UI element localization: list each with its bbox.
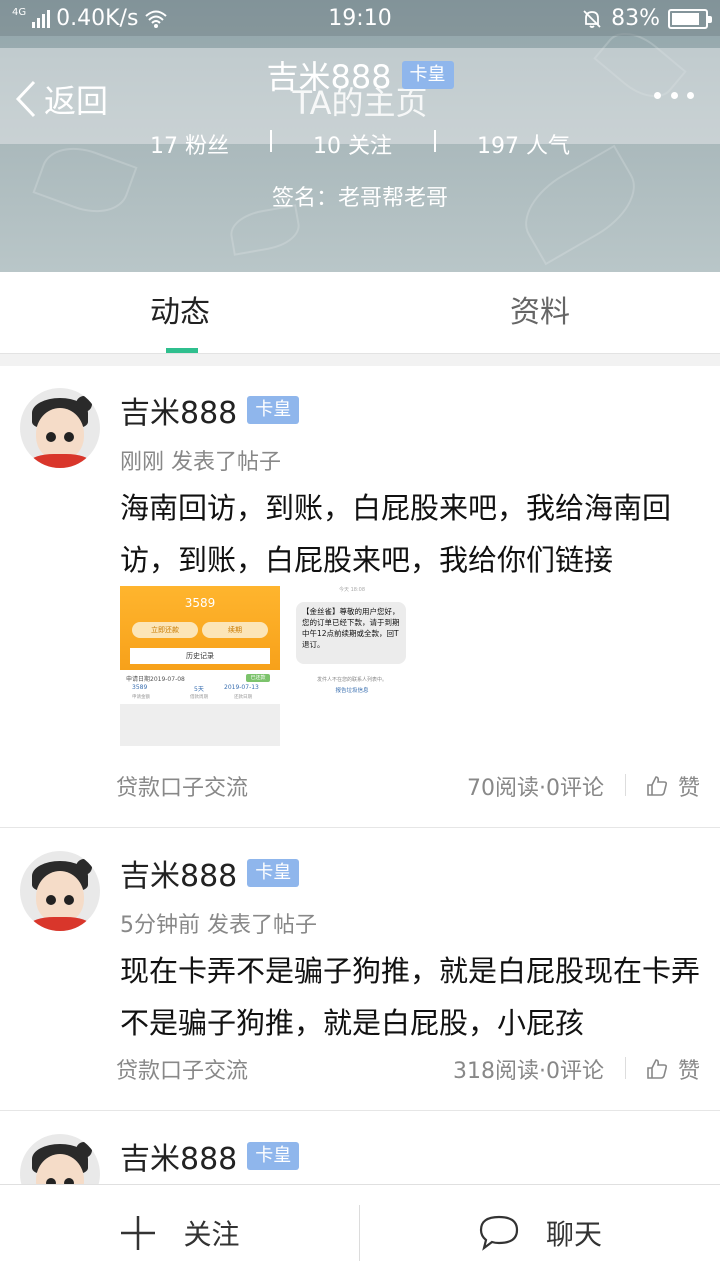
section-gap <box>0 354 720 366</box>
like-button[interactable]: 赞 <box>646 770 700 802</box>
shot-status-tag: 已还款 <box>246 674 270 682</box>
bottom-action-bar: 关注 聊天 <box>0 1184 720 1280</box>
post-author-badge: 卡皇 <box>247 1142 300 1170</box>
chat-button[interactable]: 聊天 <box>360 1185 720 1280</box>
profile-name: 吉米888 <box>266 58 392 96</box>
shot-value: 2019-07-13 <box>224 684 259 691</box>
post-card[interactable]: 吉米888 卡皇 5分钟前 发表了帖子 现在卡弄不是骗子狗推，就是白屁股现在卡弄… <box>0 829 720 1111</box>
footer-divider <box>625 1057 626 1079</box>
post-author-name[interactable]: 吉米888 <box>120 851 237 895</box>
profile-stats: 17 粉丝 10 关注 197 人气 <box>0 126 720 160</box>
battery-fill <box>672 12 699 25</box>
stat-divider <box>270 130 272 152</box>
profile-name-row: 吉米888 卡皇 <box>0 52 720 98</box>
post-meta: 刚刚 发表了帖子 <box>120 450 281 475</box>
post-stats: 318阅读·0评论 <box>453 1059 604 1084</box>
thumb-up-icon <box>647 1059 668 1079</box>
post-card[interactable]: 吉米888 卡皇 <box>0 1112 720 1214</box>
profile-signature: 签名：老哥帮老哥 <box>271 186 448 211</box>
thumb-up-icon <box>647 776 668 796</box>
like-label: 赞 <box>677 1059 700 1084</box>
post-card[interactable]: 吉米888 卡皇 刚刚 发表了帖子 海南回访，到账，白屁股来吧，我给海南回访，到… <box>0 366 720 828</box>
status-right: 83% <box>581 6 712 31</box>
chat-bubble-icon <box>479 1215 519 1251</box>
shot-value: 5天 <box>194 686 204 693</box>
shot-value: 3589 <box>132 684 148 691</box>
shot-button: 续期 <box>202 622 268 638</box>
post-footer: 贷款口子交流 318阅读·0评论 赞 <box>116 1053 700 1087</box>
stat-divider <box>434 130 436 152</box>
post-author-badge: 卡皇 <box>247 396 300 424</box>
battery-icon <box>668 8 712 29</box>
footer-divider <box>625 774 626 796</box>
shot-label: 借款周期 <box>190 695 208 700</box>
tab-profile-info[interactable]: 资料 <box>360 272 720 354</box>
post-body[interactable]: 现在卡弄不是骗子狗推，就是白屁股现在卡弄不是骗子狗推，就是白屁股，小屁孩 <box>120 945 705 1049</box>
sms-time: 今天 18:08 <box>339 587 365 593</box>
shot-history: 历史记录 <box>130 648 270 664</box>
sms-bubble: 【金丝雀】尊敬的用户您好，您的订单已经下款，请于到期中午12点前续期或全款，回T… <box>296 602 406 664</box>
post-image-app-screenshot[interactable]: 3589 立即还款 续期 历史记录 申请日期2019-07-08 已还款 358… <box>120 586 280 746</box>
fans-count[interactable]: 17 粉丝 <box>150 128 229 160</box>
post-author-badge: 卡皇 <box>247 859 300 887</box>
status-bar: 4G 0.40K/s 19:10 83% <box>0 0 720 36</box>
shot-label: 申请金额 <box>132 695 150 700</box>
post-author-row: 吉米888 卡皇 <box>120 388 300 432</box>
following-count[interactable]: 10 关注 <box>313 128 392 160</box>
avatar[interactable] <box>20 388 100 468</box>
like-label: 赞 <box>677 776 700 801</box>
profile-banner: 4G 0.40K/s 19:10 83% 返回 TA的主页 吉米888 卡皇 1… <box>0 0 720 272</box>
popularity-count: 197 人气 <box>477 134 570 159</box>
profile-tabs: 动态 资料 <box>0 272 720 354</box>
post-category[interactable]: 贷款口子交流 <box>116 770 248 802</box>
like-button[interactable]: 赞 <box>646 1053 700 1085</box>
avatar[interactable] <box>20 851 100 931</box>
shot-amount: 3589 <box>184 596 216 610</box>
post-meta: 5分钟前 发表了帖子 <box>120 913 317 938</box>
post-image-sms-screenshot[interactable]: 今天 18:08 【金丝雀】尊敬的用户您好，您的订单已经下款，请于到期中午12点… <box>292 586 412 746</box>
battery-percent: 83% <box>611 6 660 31</box>
post-footer: 贷款口子交流 70阅读·0评论 赞 <box>116 770 700 804</box>
tab-indicator <box>166 348 198 353</box>
post-category[interactable]: 贷款口子交流 <box>116 1053 248 1085</box>
bell-icon <box>583 9 601 28</box>
follow-label: 关注 <box>183 1218 240 1251</box>
post-stats: 70阅读·0评论 <box>467 776 604 801</box>
chat-label: 聊天 <box>545 1218 602 1251</box>
sms-report-link: 报告垃圾信息 <box>335 688 369 694</box>
plus-icon <box>121 1216 156 1250</box>
sms-note: 发件人不在您的联系人列表中。 <box>316 677 387 683</box>
profile-badge: 卡皇 <box>401 61 454 89</box>
post-author-row: 吉米888 卡皇 <box>120 1134 300 1178</box>
shot-label: 还款日期 <box>234 695 252 700</box>
tab-activity[interactable]: 动态 <box>0 272 360 354</box>
post-author-name[interactable]: 吉米888 <box>120 388 237 432</box>
post-author-name[interactable]: 吉米888 <box>120 1134 237 1178</box>
post-author-row: 吉米888 卡皇 <box>120 851 300 895</box>
follow-button[interactable]: 关注 <box>0 1185 359 1280</box>
post-body[interactable]: 海南回访，到账，白屁股来吧，我给海南回访，到账，白屁股来吧，我给你们链接 <box>120 482 705 586</box>
shot-button: 立即还款 <box>132 622 198 638</box>
